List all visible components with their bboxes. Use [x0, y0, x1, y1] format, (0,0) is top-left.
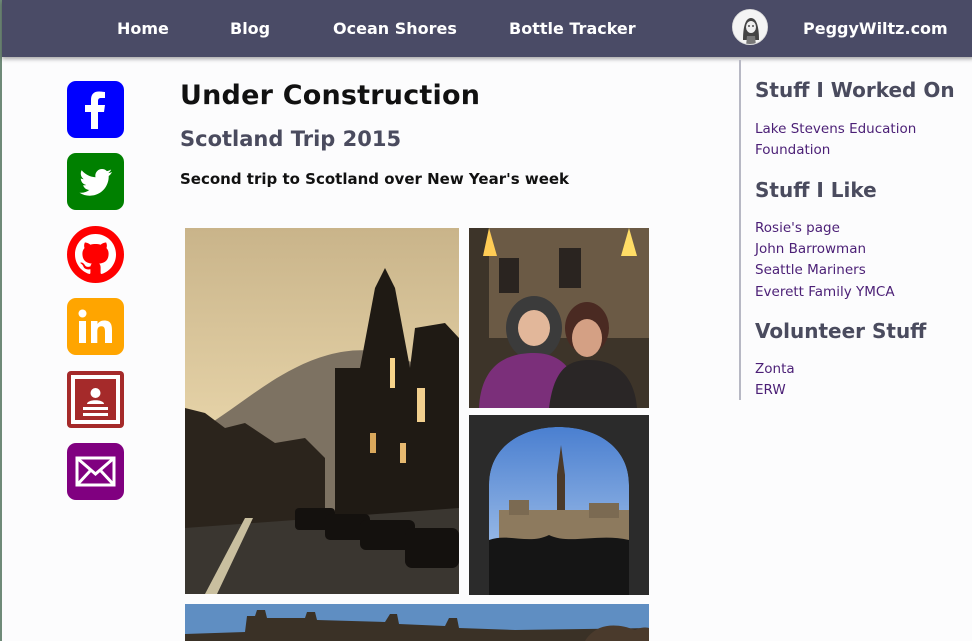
- avatar[interactable]: [732, 9, 768, 45]
- photo-street-dusk[interactable]: [185, 228, 459, 594]
- avatar-portrait-icon: [733, 10, 767, 44]
- page-title: Under Construction: [180, 80, 481, 111]
- sidebar-link-erw[interactable]: ERW: [755, 382, 786, 398]
- nav-bottle-tracker-link[interactable]: Bottle Tracker: [509, 19, 636, 38]
- nav-blog-link[interactable]: Blog: [230, 19, 270, 38]
- nav-home-link[interactable]: Home: [117, 19, 169, 38]
- github-icon[interactable]: [67, 226, 124, 283]
- post-title: Scotland Trip 2015: [180, 127, 402, 151]
- sidebar-link-rosie[interactable]: Rosie's page: [755, 220, 840, 236]
- sidebar-link-lake-stevens[interactable]: Lake Stevens Education: [755, 121, 916, 137]
- facebook-icon[interactable]: [67, 81, 124, 138]
- linkedin-icon[interactable]: [67, 298, 124, 355]
- twitter-icon[interactable]: [67, 153, 124, 210]
- resume-icon[interactable]: [67, 371, 124, 428]
- sidebar-link-seattle-mariners[interactable]: Seattle Mariners: [755, 262, 866, 278]
- photo-castle-arch[interactable]: [469, 415, 649, 595]
- nav-ocean-shores-link[interactable]: Ocean Shores: [333, 19, 457, 38]
- sidebar-heading-like: Stuff I Like: [755, 178, 877, 202]
- top-nav-bar: Home Blog Ocean Shores Bottle Tracker Pe…: [2, 0, 972, 57]
- photo-castle-panorama[interactable]: [185, 604, 649, 641]
- sidebar-link-foundation[interactable]: Foundation: [755, 142, 830, 158]
- sidebar-divider: [739, 60, 741, 400]
- sidebar-link-john-barrowman[interactable]: John Barrowman: [755, 241, 866, 257]
- post-description: Second trip to Scotland over New Year's …: [180, 170, 570, 188]
- photo-selfie-torches[interactable]: [469, 228, 649, 408]
- sidebar-link-everett-ymca[interactable]: Everett Family YMCA: [755, 284, 895, 300]
- sidebar-link-zonta[interactable]: Zonta: [755, 361, 795, 377]
- site-name-link[interactable]: PeggyWiltz.com: [803, 19, 948, 38]
- email-icon[interactable]: [67, 443, 124, 500]
- sidebar-heading-worked-on: Stuff I Worked On: [755, 78, 955, 102]
- sidebar-heading-volunteer: Volunteer Stuff: [755, 319, 927, 343]
